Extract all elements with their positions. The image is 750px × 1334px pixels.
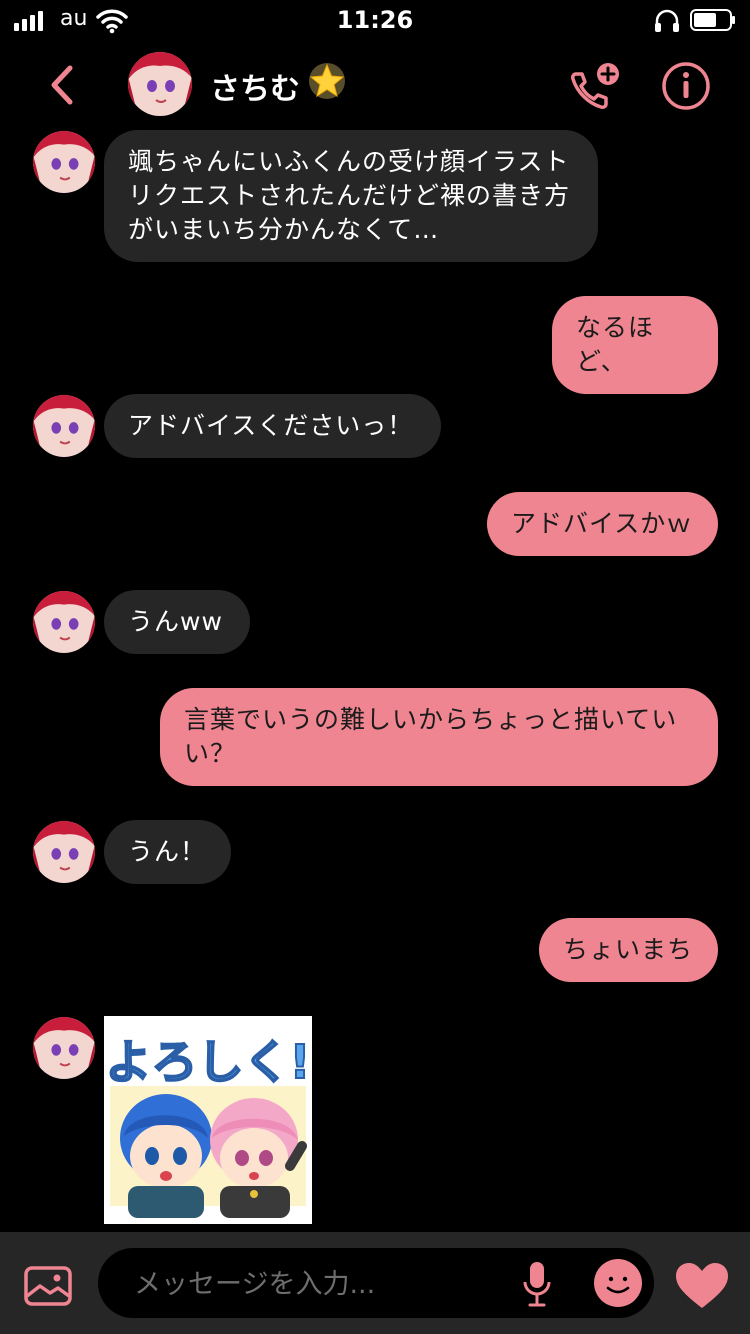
heart-icon[interactable]: [674, 1262, 730, 1310]
message-bubble-outgoing[interactable]: なるほど、: [552, 296, 718, 394]
sticker-image[interactable]: よろしく!: [104, 1016, 312, 1224]
message-bubble-incoming[interactable]: うん！: [104, 820, 231, 884]
message-bubble-incoming[interactable]: アドバイスくださいっ！: [104, 394, 441, 458]
message-bubble-incoming[interactable]: うんww: [104, 590, 250, 654]
back-chevron-icon[interactable]: [40, 60, 86, 110]
sticker-text: よろしく!: [106, 1035, 311, 1089]
contact-name: さちむ: [210, 72, 300, 107]
battery-icon: [690, 9, 735, 31]
status-bar: au 11:26: [0, 0, 750, 42]
message-bubble-outgoing[interactable]: ちょいまち: [539, 918, 718, 982]
message-input-bar: [0, 1232, 750, 1334]
message-input-container[interactable]: [98, 1248, 654, 1318]
message-input[interactable]: [132, 1260, 496, 1308]
message-bubble-outgoing[interactable]: 言葉でいうの難しいからちょっと描いていい？: [160, 688, 718, 786]
sender-avatar[interactable]: [33, 131, 95, 193]
microphone-icon[interactable]: [522, 1260, 552, 1308]
add-call-icon[interactable]: [566, 60, 624, 114]
message-bubble-incoming[interactable]: 颯ちゃんにいふくんの受け顔イラストリクエストされたんだけど裸の書き方がいまいち分…: [104, 130, 598, 262]
sender-avatar[interactable]: [33, 395, 95, 457]
star-icon: [309, 63, 345, 99]
sender-avatar[interactable]: [33, 591, 95, 653]
status-time: 11:26: [336, 6, 414, 34]
sender-avatar[interactable]: [33, 821, 95, 883]
chat-header: さちむ: [0, 42, 750, 132]
sender-avatar[interactable]: [33, 1017, 95, 1079]
info-icon[interactable]: [660, 60, 712, 112]
message-bubble-outgoing[interactable]: アドバイスかｗ: [487, 492, 718, 556]
emoji-icon[interactable]: [594, 1259, 642, 1307]
headphones-icon: [655, 9, 679, 32]
gallery-icon[interactable]: [24, 1266, 72, 1306]
contact-avatar[interactable]: [128, 52, 192, 116]
